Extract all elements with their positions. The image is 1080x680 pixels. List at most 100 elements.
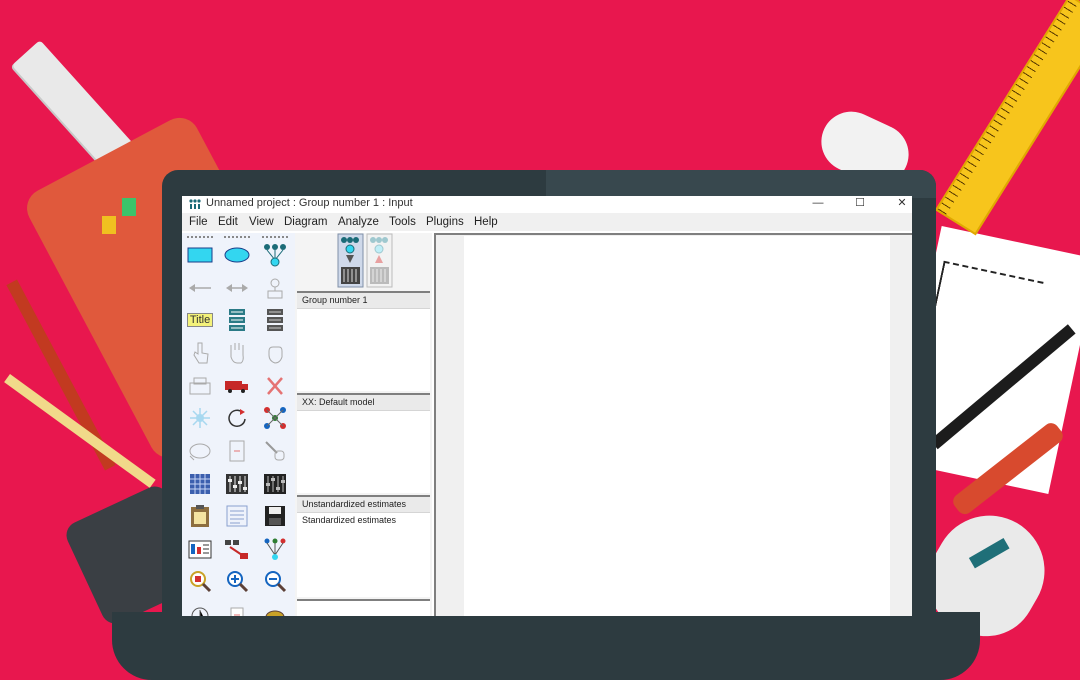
draw-covariance-tool[interactable] — [223, 275, 251, 301]
groups-pane: Group number 1 — [297, 291, 430, 391]
variable-list-icon — [229, 309, 245, 331]
select-all-objects-tool[interactable] — [223, 340, 251, 366]
move-parameter-values-tool[interactable] — [186, 438, 214, 464]
erase-objects-tool[interactable] — [261, 373, 289, 399]
view-input-output-icons — [337, 233, 393, 288]
pointing-hand-icon — [193, 342, 209, 364]
fist-hand-icon — [268, 346, 283, 364]
scroll-paper-icon — [229, 440, 245, 462]
app-logo-icon — [189, 199, 201, 209]
page-layout-tool[interactable] — [186, 600, 214, 616]
drag-properties-icon — [225, 540, 248, 559]
left-arrow-icon — [189, 284, 211, 292]
menu-bar: File Edit View Diagram Analyze Tools Plu… — [182, 213, 912, 231]
menu-help[interactable]: Help — [474, 216, 498, 228]
app-window: Unnamed project : Group number 1 : Input… — [182, 196, 912, 616]
view-text-output-tool[interactable] — [223, 503, 251, 529]
title-icon: Title — [186, 313, 214, 327]
rotate-indicators-tool[interactable] — [223, 405, 251, 431]
abacus-icon — [226, 474, 248, 494]
resize-star-icon — [190, 408, 210, 428]
view-toggle-buttons — [337, 233, 393, 289]
group-list-item[interactable]: Group number 1 — [297, 293, 430, 309]
model-list-item[interactable]: XX: Default model — [297, 395, 430, 411]
calculate-estimates-tool[interactable] — [261, 471, 289, 497]
minimize-button[interactable]: — — [806, 196, 830, 212]
title-bar: Unnamed project : Group number 1 : Input… — [182, 196, 912, 213]
files-pane — [297, 599, 430, 616]
change-shape-tool[interactable] — [186, 405, 214, 431]
clock-icon — [191, 607, 209, 616]
reflect-indicators-tool[interactable] — [261, 405, 289, 431]
duplicate-objects-tool[interactable] — [186, 373, 214, 399]
scroll-tool[interactable] — [223, 438, 251, 464]
zoom-in-icon — [227, 571, 249, 593]
drag-properties-tool[interactable] — [223, 536, 251, 562]
latent-indicator-icon — [264, 244, 286, 267]
deselect-all-objects-tool[interactable] — [261, 340, 289, 366]
toolbox: Title — [182, 233, 295, 616]
models-pane: XX: Default model — [297, 393, 430, 493]
toolbar-grip — [262, 236, 288, 240]
text-output-icon — [226, 505, 248, 527]
estimates-pane: Unstandardized estimates Standardized es… — [297, 495, 430, 597]
rectangle-icon — [187, 247, 213, 263]
menu-analyze[interactable]: Analyze — [338, 216, 379, 228]
save-diagram-tool[interactable] — [261, 503, 289, 529]
navigation-panel: Group number 1 XX: Default model Unstand… — [295, 233, 432, 616]
loupe-icon — [265, 610, 285, 616]
zoom-in-tool[interactable] — [223, 568, 251, 594]
ellipse-icon — [224, 247, 250, 263]
analysis-properties-tool[interactable] — [223, 471, 251, 497]
copy-machine-icon — [189, 377, 211, 395]
menu-tools[interactable]: Tools — [389, 216, 416, 228]
bookmark-tab-decoration — [122, 198, 136, 216]
ellipse-outline-icon — [189, 443, 211, 461]
symmetry-icon — [264, 538, 286, 560]
list-variables-in-dataset-tool[interactable] — [261, 307, 289, 333]
preserve-symmetries-tool[interactable] — [261, 536, 289, 562]
print-preview-tool[interactable] — [223, 600, 251, 616]
standardized-estimates-option[interactable]: Standardized estimates — [297, 513, 430, 527]
menu-edit[interactable]: Edit — [218, 216, 238, 228]
add-unique-variable-tool[interactable] — [261, 275, 289, 301]
data-grid-icon — [190, 474, 210, 494]
move-objects-tool[interactable] — [223, 373, 251, 399]
unstandardized-estimates-option[interactable]: Unstandardized estimates — [297, 497, 430, 513]
view-output-icon[interactable] — [366, 233, 393, 288]
open-hand-icon — [230, 343, 244, 364]
truck-icon — [225, 381, 248, 393]
path-diagram-canvas[interactable] — [464, 236, 890, 616]
menu-diagram[interactable]: Diagram — [284, 216, 327, 228]
maximize-button[interactable]: ☐ — [848, 196, 872, 212]
menu-file[interactable]: File — [189, 216, 208, 228]
page-icon — [230, 607, 244, 616]
close-button[interactable]: ✕ — [890, 196, 912, 212]
select-data-files-tool[interactable] — [186, 471, 214, 497]
draw-path-tool[interactable] — [186, 275, 214, 301]
list-variables-in-model-tool[interactable] — [223, 307, 251, 333]
object-properties-tool[interactable] — [186, 536, 214, 562]
zoom-in-on-area-tool[interactable] — [186, 568, 214, 594]
select-one-object-tool[interactable] — [186, 340, 214, 366]
unique-variable-icon — [267, 278, 283, 299]
copy-to-clipboard-tool[interactable] — [186, 503, 214, 529]
zoom-area-icon — [190, 571, 212, 593]
menu-plugins[interactable]: Plugins — [426, 216, 464, 228]
menu-view[interactable]: View — [249, 216, 274, 228]
abacus-dark-icon — [264, 474, 286, 494]
draw-observed-variable-tool[interactable] — [186, 242, 214, 268]
yellow-ruler-decoration — [935, 0, 1080, 236]
zoom-out-icon — [265, 571, 287, 593]
erase-x-icon — [267, 377, 283, 395]
figure-caption-tool[interactable]: Title — [186, 307, 214, 333]
draw-latent-indicator-tool[interactable] — [261, 242, 289, 268]
toolbar-grip — [187, 236, 213, 240]
touch-up-tool[interactable] — [261, 438, 289, 464]
touch-up-icon — [265, 441, 285, 461]
clipboard-icon — [191, 505, 209, 527]
view-input-icon[interactable] — [337, 233, 364, 288]
zoom-out-tool[interactable] — [261, 568, 289, 594]
draw-unobserved-variable-tool[interactable] — [223, 242, 251, 268]
loupe-tool[interactable] — [261, 600, 289, 616]
